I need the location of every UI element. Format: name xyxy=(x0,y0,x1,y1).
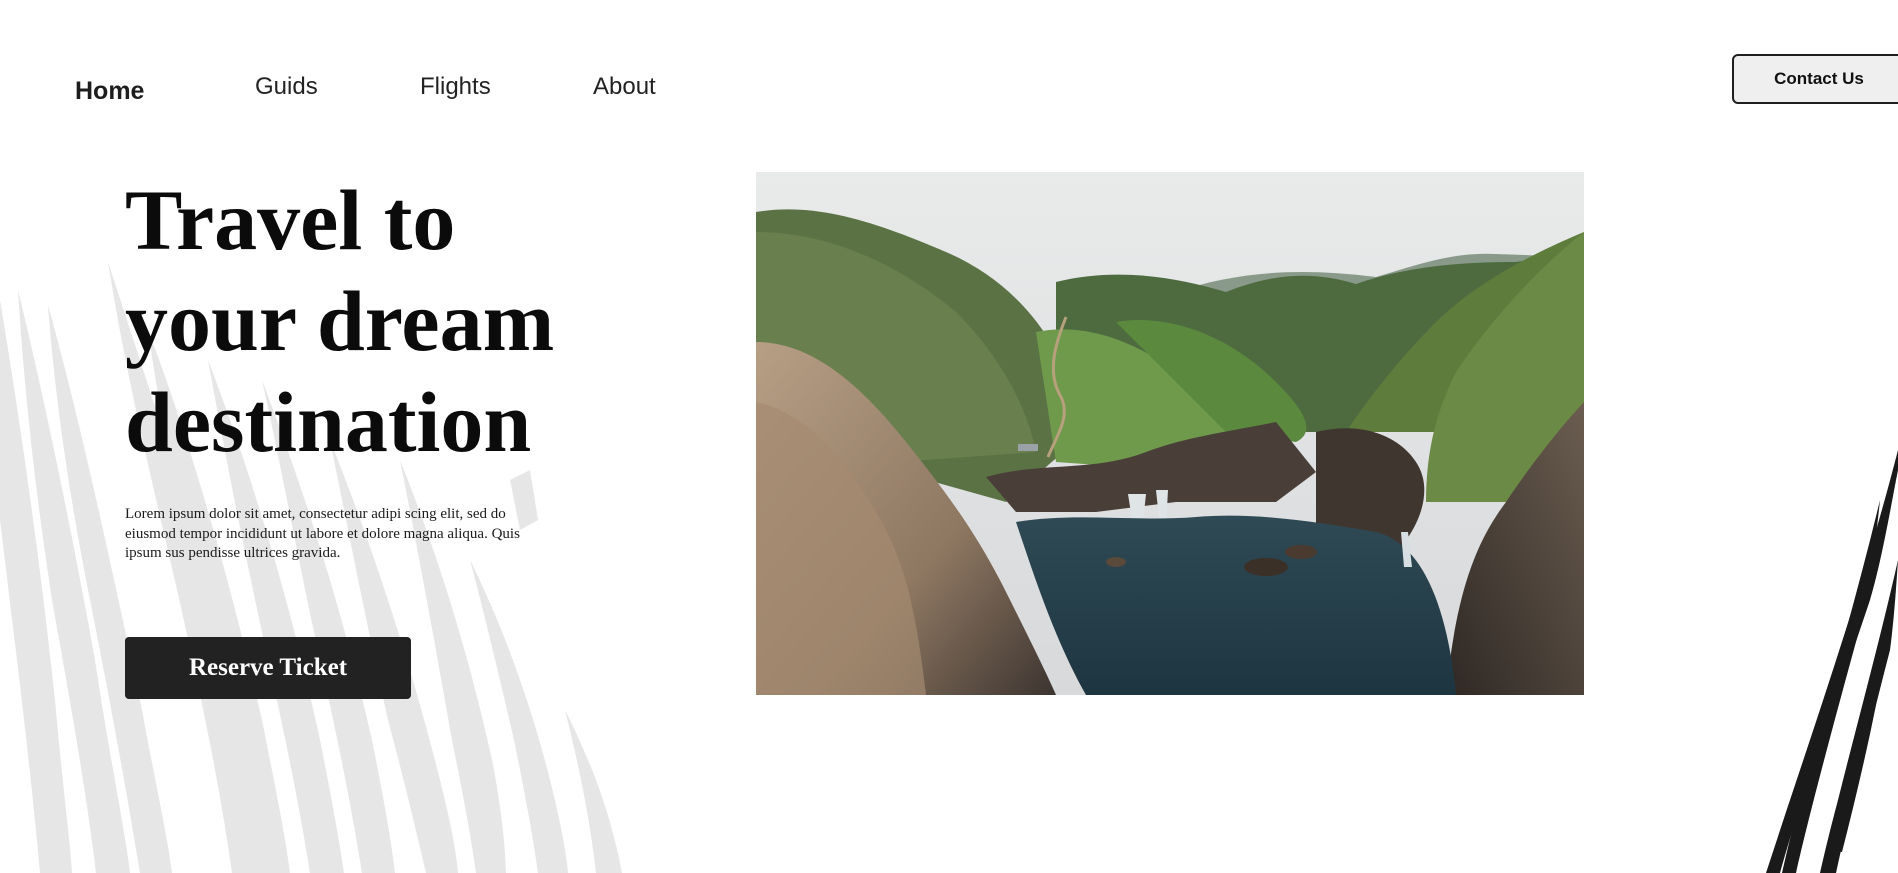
right-brush-strokes xyxy=(1766,450,1898,873)
contact-us-button[interactable]: Contact Us xyxy=(1732,54,1898,104)
hero-description-line-3: ipsum sus pendisse ultrices gravida. xyxy=(125,545,341,561)
hero-title-line-1: Travel to xyxy=(125,172,456,268)
hero-description-line-2: eiusmod tempor incididunt ut labore et d… xyxy=(125,525,520,542)
hero-title-line-2: your dream xyxy=(125,273,555,369)
hero-title-line-3: destination xyxy=(125,374,532,470)
nav-guids-link[interactable]: Guids xyxy=(255,73,318,101)
nav-about-link[interactable]: About xyxy=(593,73,656,101)
top-navigation: Home Guids Flights About Contact Us xyxy=(0,0,1898,140)
nav-flights-link[interactable]: Flights xyxy=(420,73,491,101)
reserve-ticket-button[interactable]: Reserve Ticket xyxy=(125,637,411,699)
hero-landscape-image xyxy=(756,172,1584,695)
hero-description-line-1: Lorem ipsum dolor sit amet, consectetur … xyxy=(125,506,506,522)
hero-title: Travel to your dream destination xyxy=(125,170,645,473)
hero-description: Lorem ipsum dolor sit amet, consectetur … xyxy=(125,505,565,564)
nav-home-link[interactable]: Home xyxy=(75,77,144,106)
